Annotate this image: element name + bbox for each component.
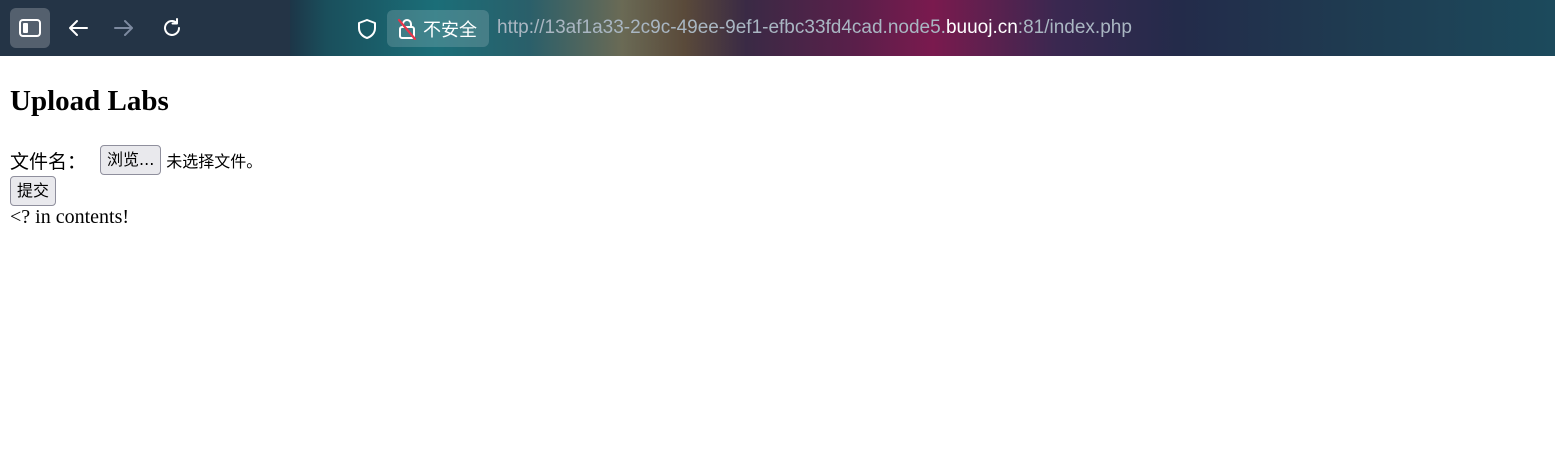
url-prefix: http://13af1a33-2c9c-49ee-9ef1-efbc33fd4… bbox=[497, 17, 946, 38]
browse-button[interactable]: 浏览... bbox=[100, 145, 162, 175]
upload-error-message: <? in contents! bbox=[10, 206, 130, 228]
sidebar-icon bbox=[19, 19, 41, 37]
forward-arrow-icon bbox=[114, 20, 133, 36]
tracking-protection-shield-icon[interactable] bbox=[356, 18, 378, 40]
reload-button[interactable] bbox=[152, 8, 192, 48]
file-name-label: 文件名： bbox=[10, 150, 87, 173]
reload-icon bbox=[164, 18, 180, 36]
no-file-selected-text: 未选择文件。 bbox=[166, 152, 263, 171]
forward-button[interactable] bbox=[104, 8, 144, 48]
back-button[interactable] bbox=[58, 8, 98, 48]
url-host: buuoj.cn bbox=[945, 17, 1018, 38]
insecure-lock-icon bbox=[397, 18, 417, 40]
page-title: Upload Labs bbox=[10, 85, 169, 117]
sidebar-toggle-button[interactable] bbox=[10, 8, 50, 48]
page-content: Upload Labs 文件名： 浏览... 未选择文件。 提交 <? in c… bbox=[0, 56, 1555, 465]
url-suffix: :81/index.php bbox=[1017, 17, 1132, 38]
connection-not-secure-indicator[interactable]: 不安全 bbox=[387, 10, 489, 47]
back-arrow-icon bbox=[69, 20, 88, 36]
url-text[interactable]: http://13af1a33-2c9c-49ee-9ef1-efbc33fd4… bbox=[497, 17, 1132, 39]
file-upload-row: 文件名： 浏览... 未选择文件。 bbox=[10, 145, 262, 175]
security-label: 不安全 bbox=[423, 19, 477, 41]
browser-toolbar: 不安全 http://13af1a33-2c9c-49ee-9ef1-efbc3… bbox=[0, 0, 1555, 56]
submit-button[interactable]: 提交 bbox=[10, 176, 57, 206]
address-bar[interactable]: 不安全 http://13af1a33-2c9c-49ee-9ef1-efbc3… bbox=[348, 10, 1555, 48]
